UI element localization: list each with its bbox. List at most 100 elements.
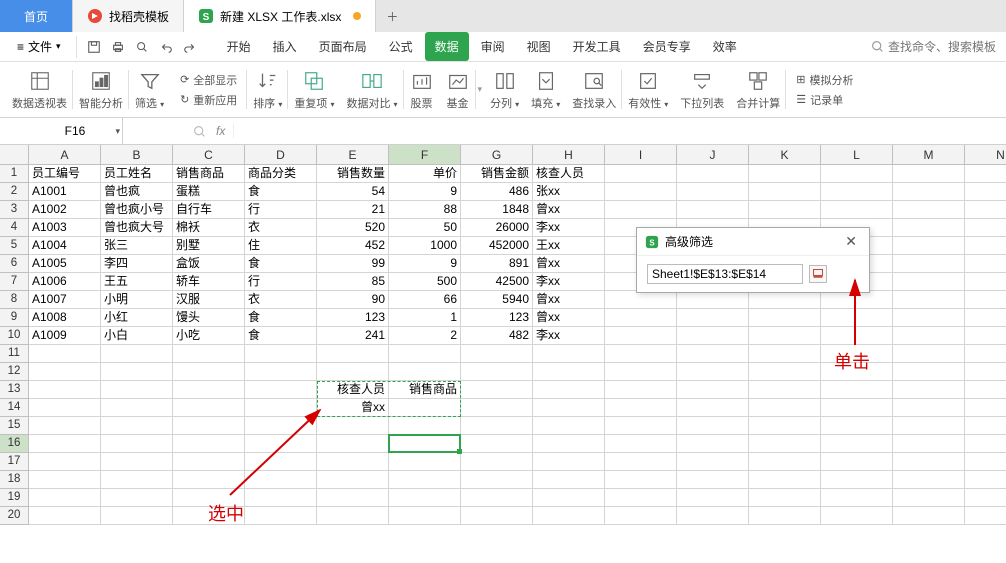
cell[interactable] <box>965 345 1006 363</box>
dialog-titlebar[interactable]: S 高级筛选 ✕ <box>637 228 869 256</box>
cell[interactable] <box>173 363 245 381</box>
cell[interactable]: A1008 <box>29 309 101 327</box>
cell[interactable] <box>677 309 749 327</box>
cell[interactable]: 1848 <box>461 201 533 219</box>
ribbon-filter[interactable]: 筛选 ▾ <box>129 62 170 117</box>
cell[interactable]: 520 <box>317 219 389 237</box>
cell[interactable]: 衣 <box>245 291 317 309</box>
cell[interactable] <box>461 417 533 435</box>
cell[interactable] <box>821 345 893 363</box>
cell[interactable]: A1001 <box>29 183 101 201</box>
cell[interactable] <box>101 363 173 381</box>
menu-start[interactable]: 开始 <box>217 32 261 61</box>
cell[interactable] <box>965 399 1006 417</box>
cell[interactable] <box>389 435 461 453</box>
ribbon-record[interactable]: ☰记录单 <box>792 91 857 109</box>
row-header-10[interactable]: 10 <box>0 327 29 345</box>
cell[interactable] <box>749 399 821 417</box>
cell[interactable] <box>893 309 965 327</box>
cell[interactable] <box>749 471 821 489</box>
col-header-J[interactable]: J <box>677 145 749 165</box>
cell[interactable] <box>749 381 821 399</box>
cell[interactable]: 88 <box>389 201 461 219</box>
menu-view[interactable]: 视图 <box>517 32 561 61</box>
cell[interactable] <box>533 417 605 435</box>
cell[interactable]: 蛋糕 <box>173 183 245 201</box>
cell[interactable]: 42500 <box>461 273 533 291</box>
cell[interactable]: 891 <box>461 255 533 273</box>
ribbon-consolidate[interactable]: 合并计算 <box>730 62 786 117</box>
cell[interactable] <box>461 453 533 471</box>
cell[interactable] <box>173 435 245 453</box>
cell[interactable] <box>29 435 101 453</box>
cell-grid[interactable]: 员工编号员工姓名销售商品商品分类销售数量单价销售金额核查人员A1001曾也疯蛋糕… <box>29 165 1006 525</box>
cell[interactable] <box>101 417 173 435</box>
cell[interactable] <box>821 435 893 453</box>
cell[interactable] <box>605 507 677 525</box>
col-header-F[interactable]: F <box>389 145 461 165</box>
cell[interactable] <box>29 471 101 489</box>
cell[interactable] <box>317 435 389 453</box>
cell[interactable] <box>245 507 317 525</box>
cell[interactable] <box>173 381 245 399</box>
cell[interactable] <box>605 471 677 489</box>
cell[interactable] <box>821 309 893 327</box>
cell[interactable] <box>893 165 965 183</box>
col-header-K[interactable]: K <box>749 145 821 165</box>
cell[interactable] <box>461 489 533 507</box>
cell[interactable] <box>533 435 605 453</box>
cell[interactable]: 452000 <box>461 237 533 255</box>
cell[interactable]: 小吃 <box>173 327 245 345</box>
cell[interactable]: 曾xx <box>533 201 605 219</box>
cell[interactable] <box>893 489 965 507</box>
col-header-G[interactable]: G <box>461 145 533 165</box>
cell[interactable] <box>605 183 677 201</box>
cell[interactable] <box>389 399 461 417</box>
cell[interactable]: 销售金额 <box>461 165 533 183</box>
print-preview-button[interactable] <box>131 36 153 58</box>
cell[interactable] <box>893 219 965 237</box>
cell[interactable] <box>965 273 1006 291</box>
cell[interactable] <box>245 489 317 507</box>
tab-template[interactable]: 找稻壳模板 <box>73 0 184 32</box>
cell[interactable] <box>29 507 101 525</box>
cell[interactable] <box>677 183 749 201</box>
ribbon-compare[interactable]: 数据对比 ▾ <box>340 62 403 117</box>
cell[interactable] <box>749 345 821 363</box>
cell[interactable] <box>605 201 677 219</box>
cell[interactable] <box>965 219 1006 237</box>
row-header-7[interactable]: 7 <box>0 273 29 291</box>
cell[interactable] <box>461 363 533 381</box>
row-header-5[interactable]: 5 <box>0 237 29 255</box>
cell[interactable]: 1000 <box>389 237 461 255</box>
cell[interactable] <box>101 435 173 453</box>
cell[interactable]: A1007 <box>29 291 101 309</box>
row-header-6[interactable]: 6 <box>0 255 29 273</box>
name-box[interactable]: ▾ <box>28 118 123 144</box>
cell[interactable] <box>749 183 821 201</box>
cell[interactable] <box>749 309 821 327</box>
cell[interactable]: 123 <box>461 309 533 327</box>
cell[interactable] <box>605 291 677 309</box>
menu-formula[interactable]: 公式 <box>379 32 423 61</box>
cell[interactable] <box>533 345 605 363</box>
save-button[interactable] <box>83 36 105 58</box>
cell[interactable]: 销售数量 <box>317 165 389 183</box>
cell[interactable] <box>893 183 965 201</box>
cell[interactable] <box>389 453 461 471</box>
cell[interactable]: 小白 <box>101 327 173 345</box>
cell[interactable]: 9 <box>389 255 461 273</box>
menu-efficiency[interactable]: 效率 <box>703 32 747 61</box>
cell[interactable]: 曾xx <box>533 291 605 309</box>
cell[interactable] <box>893 399 965 417</box>
cell[interactable] <box>605 327 677 345</box>
cell[interactable] <box>821 183 893 201</box>
cell[interactable]: A1006 <box>29 273 101 291</box>
cell[interactable] <box>605 309 677 327</box>
cell[interactable] <box>533 453 605 471</box>
cell[interactable] <box>677 291 749 309</box>
cell[interactable]: 曾xx <box>317 399 389 417</box>
row-header-8[interactable]: 8 <box>0 291 29 309</box>
cell[interactable] <box>101 453 173 471</box>
cell[interactable] <box>893 345 965 363</box>
